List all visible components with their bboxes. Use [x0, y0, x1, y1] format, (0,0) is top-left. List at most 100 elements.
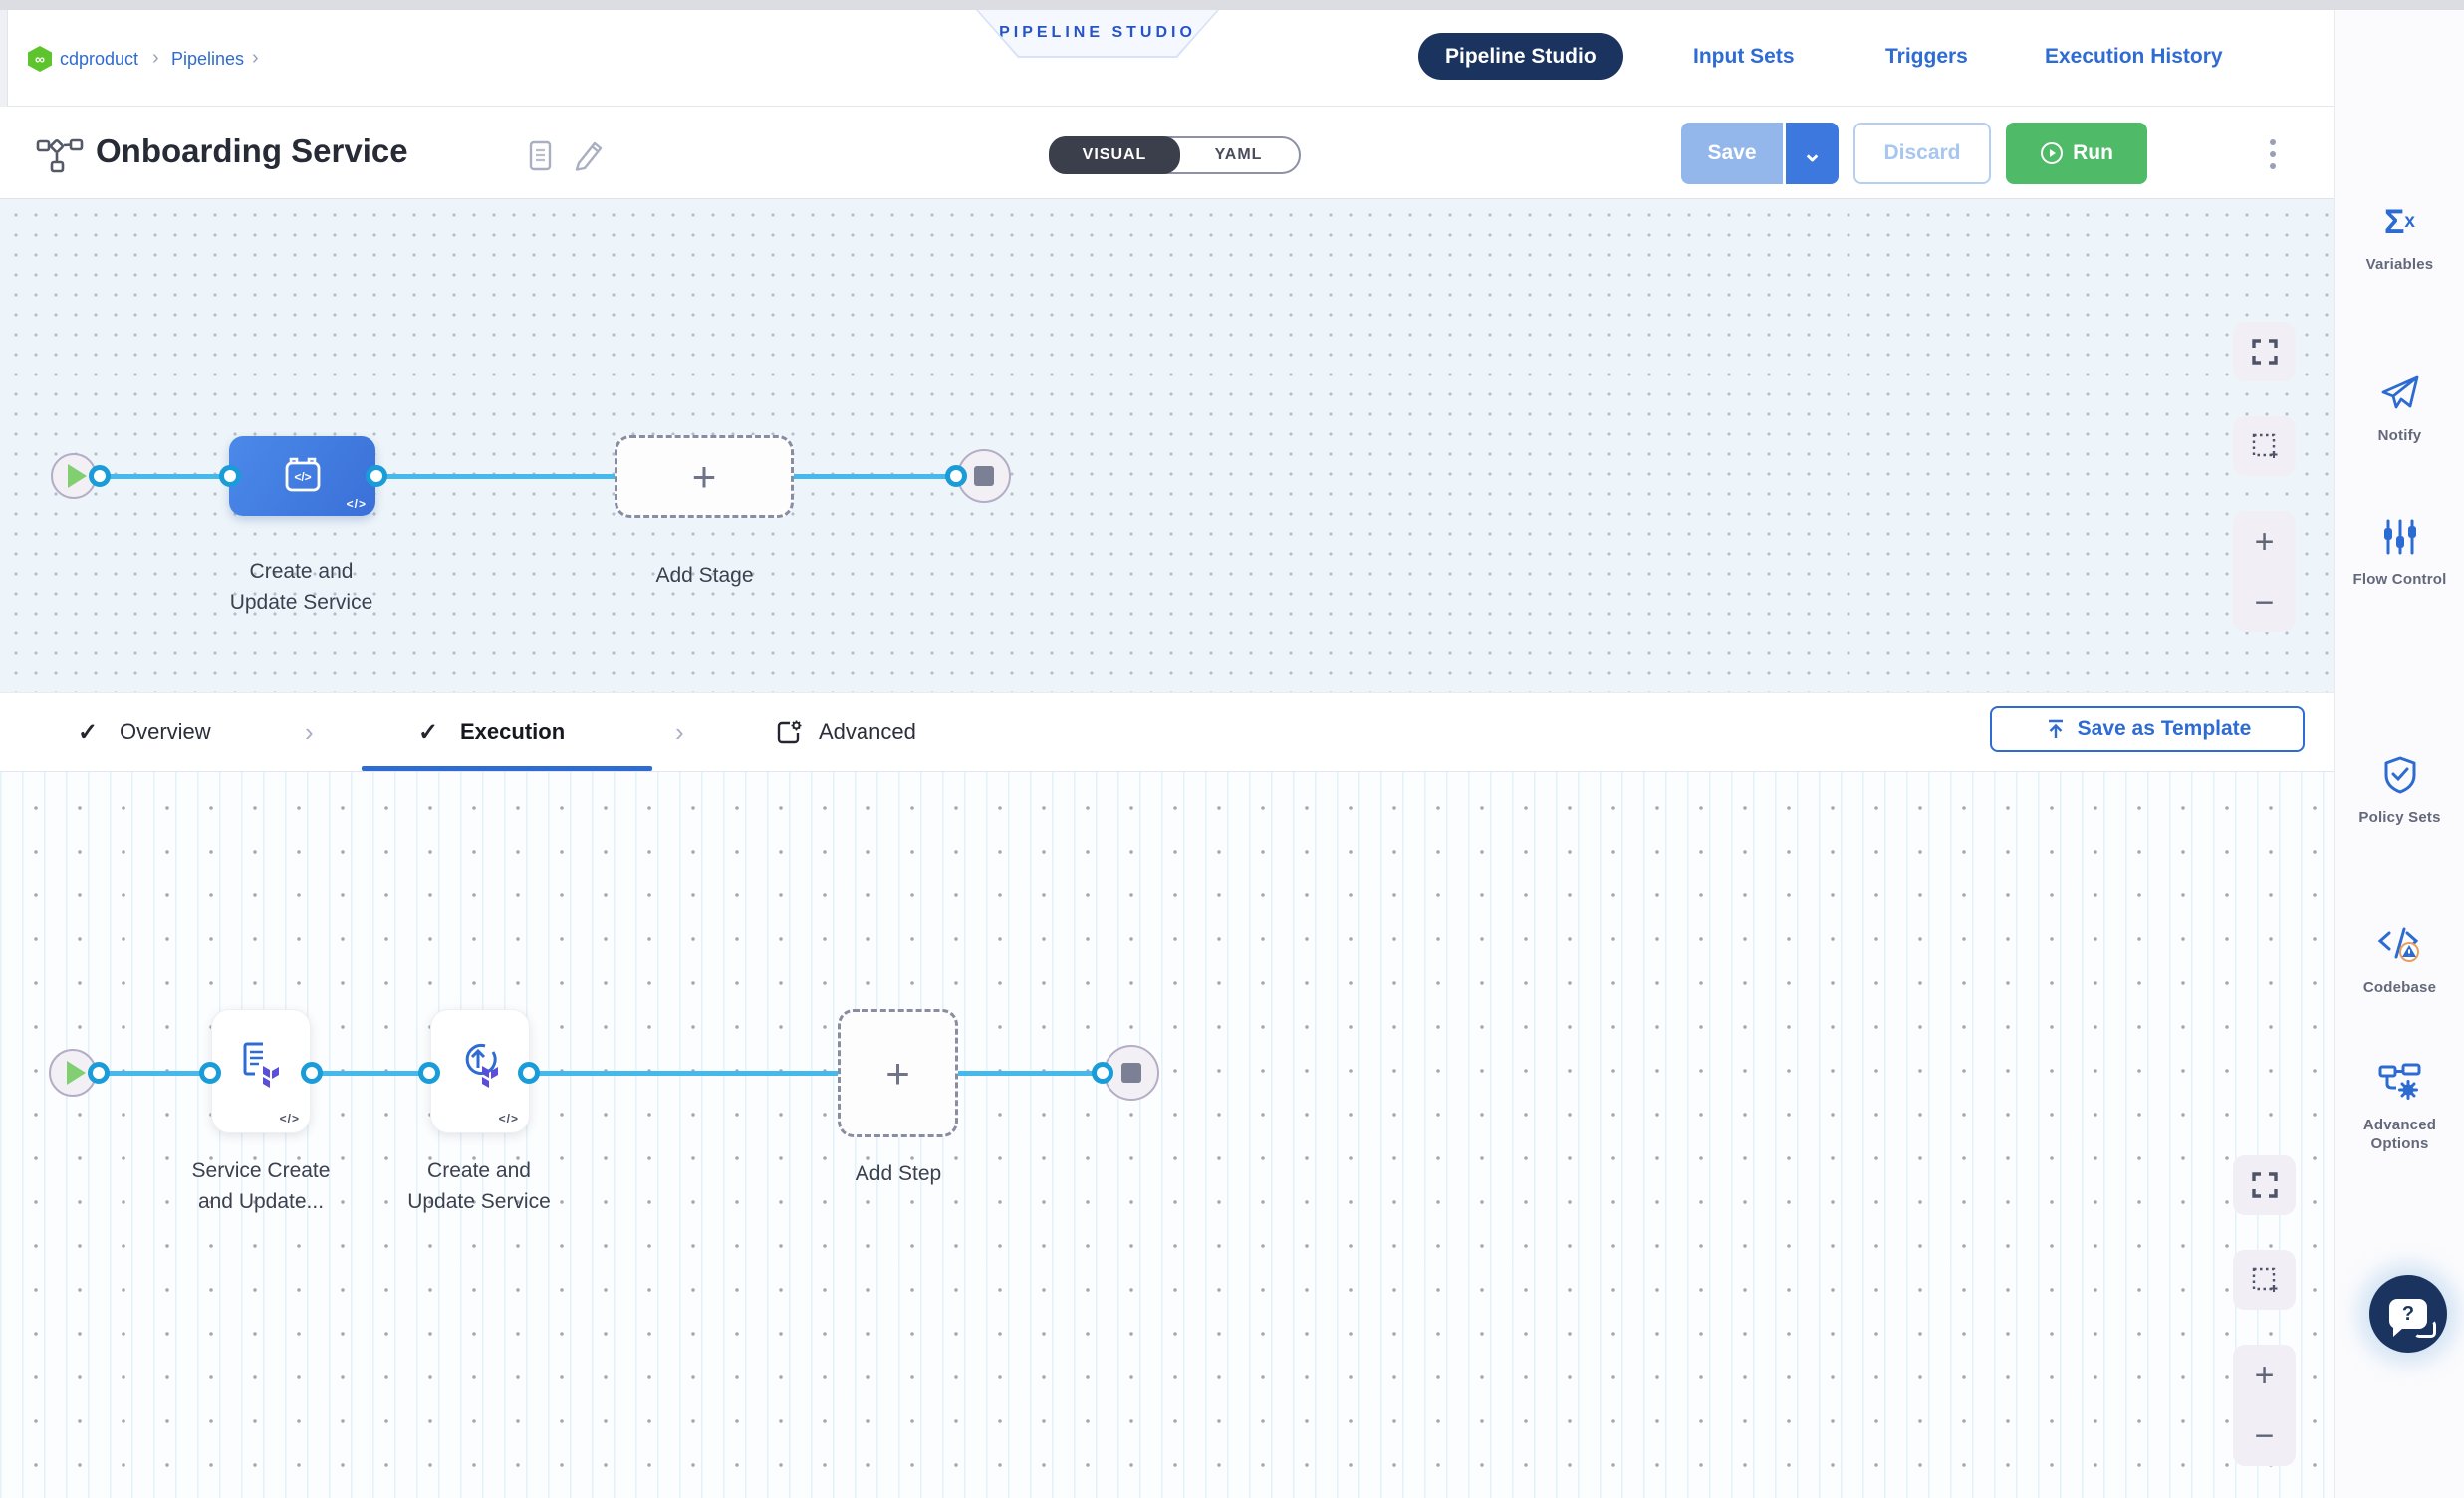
zoom-controls: + −	[2233, 511, 2296, 632]
zoom-controls: + −	[2233, 1345, 2296, 1466]
tab-advanced[interactable]: Advanced	[819, 719, 916, 745]
sidebar-item-flow-control[interactable]: Flow Control	[2335, 514, 2464, 589]
step-node-service-create-update[interactable]: </>	[211, 1009, 311, 1133]
policy-shield-check-icon	[2335, 752, 2464, 798]
save-as-template-label: Save as Template	[2078, 717, 2252, 741]
breadcrumb-pipelines[interactable]: Pipelines	[171, 46, 244, 72]
discard-button[interactable]: Discard	[1853, 123, 1991, 184]
chevron-right-icon: ›	[152, 45, 159, 71]
end-node-in-port[interactable]	[945, 465, 967, 487]
plus-icon: +	[692, 456, 717, 498]
step2-label-line2: Update Service	[330, 1186, 628, 1217]
step2-in-port[interactable]	[418, 1062, 440, 1084]
view-toggle: VISUAL YAML	[1049, 136, 1301, 174]
fullscreen-button[interactable]	[2233, 1155, 2296, 1215]
notify-paper-plane-icon	[2335, 371, 2464, 416]
check-icon: ✓	[418, 718, 438, 747]
tab-execution-history[interactable]: Execution History	[2045, 33, 2223, 80]
variables-sigma-icon: Σx	[2335, 199, 2464, 245]
stop-icon	[974, 466, 994, 486]
code-badge: </>	[347, 497, 367, 511]
sidebar-label: Flow Control	[2350, 570, 2450, 589]
run-button[interactable]: Run	[2006, 123, 2147, 184]
save-dropdown-button[interactable]: ⌄	[1784, 123, 1839, 184]
add-step-button[interactable]: +	[838, 1009, 958, 1137]
step2-out-port[interactable]	[518, 1062, 540, 1084]
zoom-in-button[interactable]: +	[2255, 525, 2275, 559]
step2-label: Create and Update Service	[330, 1155, 628, 1217]
add-stage-label: Add Stage	[558, 560, 852, 591]
terraform-plan-step-icon	[233, 1036, 289, 1092]
chevron-right-icon: ›	[675, 717, 684, 748]
run-play-icon	[2040, 141, 2064, 165]
step2-label-line1: Create and	[330, 1155, 628, 1186]
tab-triggers[interactable]: Triggers	[1885, 33, 1968, 80]
stage-config-tabbar: ✓ Overview › ✓ Execution › Advanced Save…	[0, 692, 2334, 772]
description-doc-icon[interactable]	[528, 140, 554, 172]
stage-label-line1: Create and	[154, 556, 448, 587]
play-icon	[67, 1061, 86, 1085]
upload-icon	[2044, 717, 2068, 741]
add-step-label: Add Step	[749, 1158, 1048, 1189]
start-node-out-port[interactable]	[89, 465, 111, 487]
fullscreen-icon	[2249, 336, 2281, 368]
fullscreen-button[interactable]	[2233, 322, 2296, 381]
zoom-in-button[interactable]: +	[2255, 1359, 2275, 1392]
zoom-out-button[interactable]: −	[2255, 586, 2275, 620]
step-node-create-update-service[interactable]: </>	[430, 1009, 530, 1133]
sidebar-item-notify[interactable]: Notify	[2335, 371, 2464, 445]
pipeline-flowchart-icon	[36, 136, 84, 174]
stage-out-port[interactable]	[366, 465, 387, 487]
start-node-out-port[interactable]	[88, 1062, 110, 1084]
more-options-kebab-icon[interactable]	[2263, 130, 2283, 178]
help-chat-button[interactable]: ?	[2369, 1275, 2447, 1353]
terraform-apply-step-icon	[452, 1036, 508, 1092]
active-tab-underline	[362, 766, 652, 771]
multi-select-button[interactable]	[2233, 416, 2296, 476]
advanced-options-flow-gear-icon	[2335, 1060, 2464, 1106]
custom-stage-icon: </>	[277, 454, 329, 498]
add-stage-button[interactable]: +	[615, 435, 794, 518]
breadcrumb-header: ∞ cdproduct › Pipelines › PIPELINE STUDI…	[0, 10, 2334, 107]
question-glyph: ?	[2402, 1303, 2414, 1326]
toggle-visual[interactable]: VISUAL	[1049, 136, 1180, 174]
step1-out-port[interactable]	[301, 1062, 323, 1084]
stage-in-port[interactable]	[219, 465, 241, 487]
sidebar-item-variables[interactable]: Σx Variables	[2335, 199, 2464, 274]
step1-in-port[interactable]	[199, 1062, 221, 1084]
sidebar-label: Codebase	[2350, 978, 2450, 997]
code-badge: </>	[280, 1112, 300, 1125]
run-label: Run	[2073, 141, 2113, 165]
sidebar-item-advanced-options[interactable]: Advanced Options	[2335, 1060, 2464, 1153]
stage-node-create-update-service[interactable]: </> </>	[229, 436, 375, 516]
right-toolbar: Σx Variables Notify	[2334, 0, 2464, 1498]
tab-overview[interactable]: Overview	[120, 719, 211, 745]
toggle-yaml[interactable]: YAML	[1178, 138, 1299, 172]
pipeline-studio-screen: ∞ cdproduct › Pipelines › PIPELINE STUDI…	[0, 0, 2464, 1498]
window-top-strip	[0, 0, 2464, 10]
tab-input-sets[interactable]: Input Sets	[1693, 33, 1795, 80]
chat-bubble-icon: ?	[2389, 1299, 2427, 1329]
project-logo-icon: ∞	[28, 46, 52, 72]
sidebar-item-codebase[interactable]: Codebase	[2335, 922, 2464, 997]
tab-execution[interactable]: Execution	[460, 719, 565, 745]
sidebar-item-policy-sets[interactable]: Policy Sets	[2335, 752, 2464, 827]
advanced-gear-doc-icon	[775, 719, 805, 749]
stage-canvas[interactable]: </> </> + Create and Update Service Add …	[0, 199, 2334, 692]
marquee-select-icon	[2249, 430, 2281, 462]
multi-select-button[interactable]	[2233, 1250, 2296, 1310]
infinity-glyph: ∞	[35, 51, 45, 67]
edit-pencil-icon[interactable]	[573, 138, 605, 172]
tab-pipeline-studio[interactable]: Pipeline Studio	[1418, 33, 1623, 80]
breadcrumb-project[interactable]: cdproduct	[60, 46, 138, 72]
save-button[interactable]: Save	[1681, 123, 1783, 184]
step-canvas[interactable]: </> </> + Service Creat	[0, 772, 2334, 1498]
fullscreen-icon	[2249, 1169, 2281, 1201]
end-node-in-port[interactable]	[1092, 1062, 1113, 1084]
zoom-out-button[interactable]: −	[2255, 1419, 2275, 1453]
plus-icon: +	[885, 1053, 910, 1095]
check-icon: ✓	[78, 718, 98, 747]
svg-text:</>: </>	[294, 470, 311, 484]
pipeline-studio-banner: PIPELINE STUDIO	[976, 10, 1219, 58]
save-as-template-button[interactable]: Save as Template	[1990, 706, 2305, 752]
